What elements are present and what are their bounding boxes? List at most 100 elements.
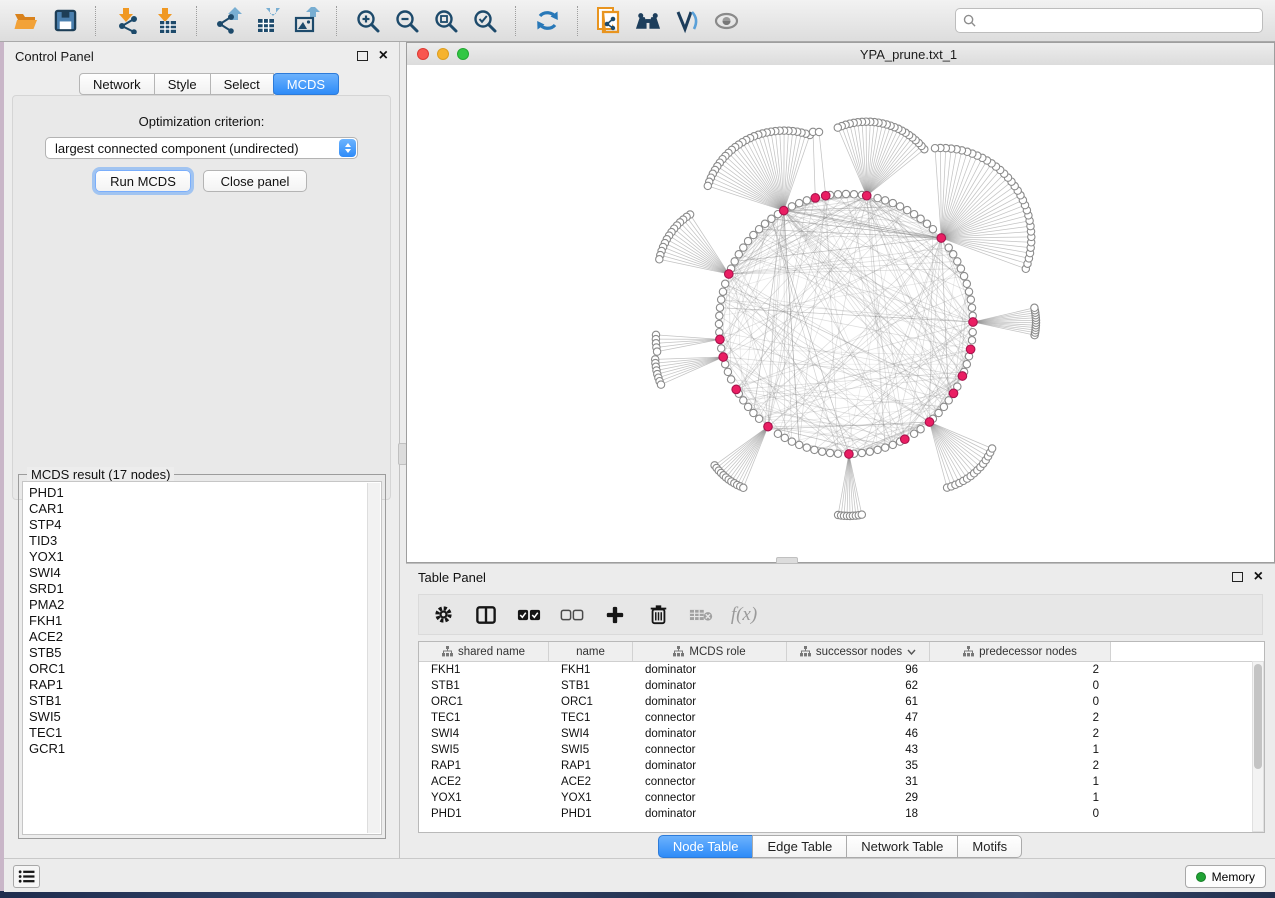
ring-node[interactable] (735, 251, 742, 258)
leaf-node[interactable] (815, 128, 822, 135)
ring-node[interactable] (889, 199, 896, 206)
table-scrollbar[interactable] (1252, 661, 1264, 832)
ring-node[interactable] (866, 448, 873, 455)
mcds-node[interactable] (937, 234, 946, 243)
import-network-button[interactable] (113, 7, 141, 35)
tab-mcds[interactable]: MCDS (273, 73, 339, 95)
tab-edge-table[interactable]: Edge Table (752, 835, 847, 858)
ring-node[interactable] (796, 441, 803, 448)
ring-node[interactable] (882, 197, 889, 204)
search-input[interactable] (981, 13, 1255, 29)
list-item[interactable]: YOX1 (29, 549, 365, 565)
close-traffic-light[interactable] (417, 48, 429, 60)
table-row[interactable]: RAP1RAP1dominator352 (419, 758, 1264, 774)
maximize-traffic-light[interactable] (457, 48, 469, 60)
ring-node[interactable] (724, 368, 731, 375)
ring-node[interactable] (954, 258, 961, 265)
tab-motifs[interactable]: Motifs (957, 835, 1022, 858)
mcds-node[interactable] (725, 270, 734, 279)
column-header-shared-name[interactable]: shared name (419, 642, 549, 661)
zoom-selected-button[interactable] (471, 7, 499, 35)
save-session-button[interactable] (51, 7, 79, 35)
column-header-predecessor-nodes[interactable]: predecessor nodes (930, 642, 1111, 661)
network-canvas[interactable] (407, 65, 1274, 562)
zoom-out-button[interactable] (393, 7, 421, 35)
ring-node[interactable] (842, 190, 849, 197)
ring-node[interactable] (750, 231, 757, 238)
mcds-node[interactable] (780, 206, 789, 215)
export-image-button[interactable] (292, 7, 320, 35)
ring-node[interactable] (917, 215, 924, 222)
leaf-node[interactable] (858, 511, 865, 518)
ring-node[interactable] (755, 226, 762, 233)
new-network-from-selection-button[interactable] (595, 7, 623, 35)
tab-select[interactable]: Select (210, 73, 274, 95)
memory-button[interactable]: Memory (1185, 865, 1266, 888)
ring-node[interactable] (774, 430, 781, 437)
mcds-node[interactable] (958, 372, 967, 381)
ring-node[interactable] (744, 403, 751, 410)
network-titlebar[interactable]: YPA_prune.txt_1 (407, 43, 1274, 66)
mcds-node[interactable] (845, 450, 854, 459)
ring-node[interactable] (917, 426, 924, 433)
open-session-button[interactable] (12, 7, 40, 35)
ring-node[interactable] (910, 430, 917, 437)
close-panel-icon[interactable]: × (379, 49, 388, 63)
list-item[interactable]: STB5 (29, 645, 365, 661)
leaf-node[interactable] (657, 381, 664, 388)
mcds-node[interactable] (862, 191, 871, 200)
ring-node[interactable] (819, 448, 826, 455)
ring-node[interactable] (968, 304, 975, 311)
ring-node[interactable] (850, 191, 857, 198)
mcds-node[interactable] (732, 385, 741, 394)
list-item[interactable]: ACE2 (29, 629, 365, 645)
tab-node-table[interactable]: Node Table (658, 835, 754, 858)
table-row[interactable]: STB1STB1dominator620 (419, 678, 1264, 694)
ring-node[interactable] (929, 226, 936, 233)
ring-node[interactable] (768, 215, 775, 222)
ring-node[interactable] (788, 203, 795, 210)
ring-node[interactable] (803, 197, 810, 204)
table-row[interactable]: SWI4SWI4dominator462 (419, 726, 1264, 742)
ring-node[interactable] (727, 376, 734, 383)
function-builder-button[interactable]: f(x) (732, 603, 756, 627)
ring-node[interactable] (750, 409, 757, 416)
list-item[interactable]: SRD1 (29, 581, 365, 597)
ring-node[interactable] (969, 329, 976, 336)
show-graphics-button[interactable] (712, 7, 740, 35)
ring-node[interactable] (935, 409, 942, 416)
list-item[interactable]: STB1 (29, 693, 365, 709)
optimization-select[interactable]: largest connected component (undirected) (45, 137, 358, 159)
import-table-button[interactable] (152, 7, 180, 35)
table-row[interactable]: FKH1FKH1dominator962 (419, 662, 1264, 678)
ring-node[interactable] (834, 450, 841, 457)
create-column-button[interactable] (603, 603, 627, 627)
deselect-all-columns-button[interactable] (560, 603, 584, 627)
ring-node[interactable] (722, 280, 729, 287)
ring-node[interactable] (718, 296, 725, 303)
minimize-traffic-light[interactable] (437, 48, 449, 60)
ring-node[interactable] (788, 438, 795, 445)
list-item[interactable]: CAR1 (29, 501, 365, 517)
ring-node[interactable] (716, 304, 723, 311)
table-scrollbar-thumb[interactable] (1254, 664, 1262, 769)
mcds-result-list[interactable]: PHD1CAR1STP4TID3YOX1SWI4SRD1PMA2FKH1ACE2… (29, 485, 365, 832)
list-item[interactable]: PMA2 (29, 597, 365, 613)
ring-node[interactable] (940, 403, 947, 410)
list-item[interactable]: TEC1 (29, 725, 365, 741)
ring-node[interactable] (963, 361, 970, 368)
leaf-node[interactable] (653, 348, 660, 355)
ring-node[interactable] (715, 320, 722, 327)
ring-node[interactable] (923, 220, 930, 227)
ring-node[interactable] (744, 237, 751, 244)
list-item[interactable]: TID3 (29, 533, 365, 549)
mcds-node[interactable] (821, 191, 830, 200)
list-item[interactable]: RAP1 (29, 677, 365, 693)
list-item[interactable]: SWI4 (29, 565, 365, 581)
ring-node[interactable] (957, 265, 964, 272)
mcds-node[interactable] (719, 353, 728, 362)
ring-node[interactable] (781, 434, 788, 441)
ring-node[interactable] (755, 415, 762, 422)
tab-style[interactable]: Style (154, 73, 211, 95)
search-binoculars-button[interactable] (634, 7, 662, 35)
